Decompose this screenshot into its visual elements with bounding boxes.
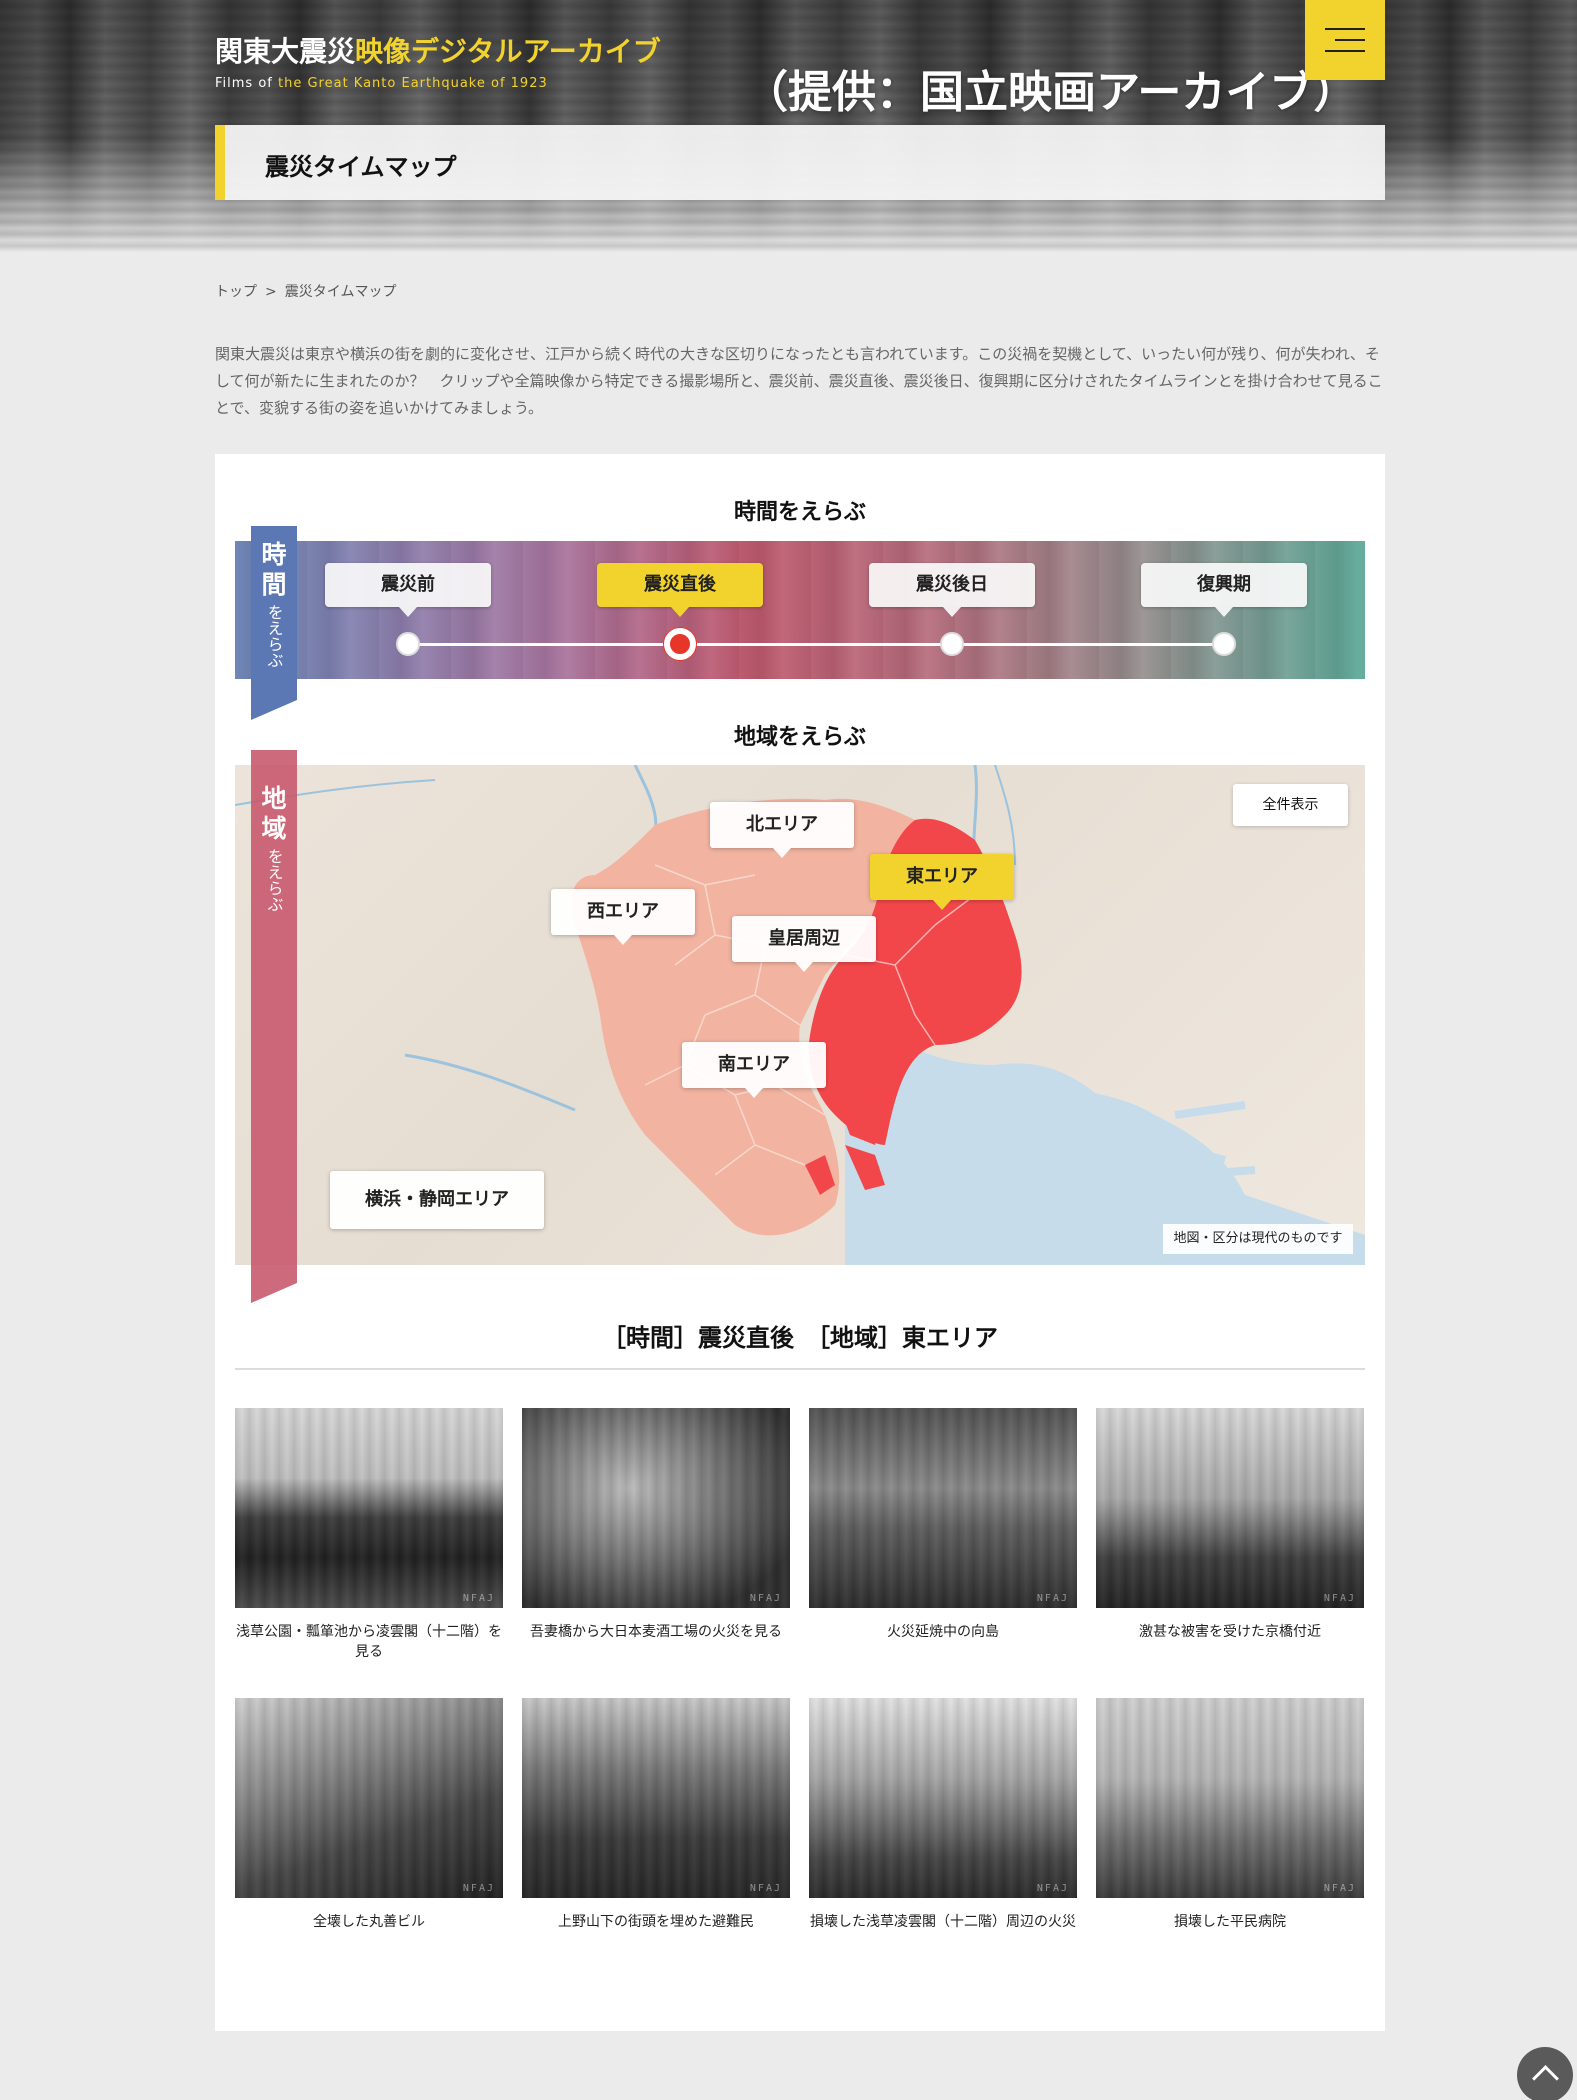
timeline-stop-label[interactable]: 復興期 (1141, 563, 1307, 617)
video-thumbnail[interactable]: NFAJ (235, 1698, 503, 1898)
timeline-stop-dot[interactable] (1212, 632, 1236, 656)
video-caption[interactable]: 激甚な被害を受けた京橋付近 (1096, 1622, 1364, 1642)
thumbnail-texture (809, 1698, 1077, 1898)
video-caption[interactable]: 全壊した丸善ビル (235, 1912, 503, 1932)
result-heading: ［時間］震災直後 ［地域］東エリア (235, 1318, 1365, 1370)
video-card[interactable]: NFAJ 損壊した浅草凌雲閣（十二階）周辺の火災 (809, 1698, 1077, 1932)
thumbnail-watermark: NFAJ (749, 1593, 782, 1604)
thumbnail-watermark: NFAJ (1323, 1593, 1356, 1604)
thumbnail-texture (235, 1408, 503, 1608)
video-card[interactable]: NFAJ 損壊した平民病院 (1096, 1698, 1364, 1932)
area-north-button[interactable]: 北エリア (710, 802, 854, 858)
timeline: 震災前 震災直後 震災後日 復興期 (235, 541, 1365, 679)
video-card[interactable]: NFAJ 浅草公園・瓢箪池から凌雲閣（十二階）を見る (235, 1408, 503, 1662)
timeline-stop-dot[interactable] (664, 628, 696, 660)
video-card[interactable]: NFAJ 全壊した丸善ビル (235, 1698, 503, 1932)
video-caption[interactable]: 損壊した浅草凌雲閣（十二階）周辺の火災 (809, 1912, 1077, 1932)
brand-subtitle: Films of the Great Kanto Earthquake of 1… (215, 76, 548, 91)
breadcrumb-home-link[interactable]: トップ (215, 284, 257, 300)
video-thumbnail[interactable]: NFAJ (522, 1408, 790, 1608)
video-caption[interactable]: 火災延焼中の向島 (809, 1622, 1077, 1642)
show-all-button[interactable]: 全件表示 (1233, 784, 1348, 826)
thumbnail-texture (235, 1698, 503, 1898)
hamburger-menu-icon[interactable] (1305, 0, 1385, 80)
thumbnail-watermark: NFAJ (462, 1883, 495, 1894)
thumbnail-texture (522, 1408, 790, 1608)
thumbnail-texture (522, 1698, 790, 1898)
breadcrumb: トップ > 震災タイムマップ (215, 281, 396, 301)
video-thumbnail[interactable]: NFAJ (1096, 1698, 1364, 1898)
timeline-stop-label[interactable]: 震災直後 (597, 563, 763, 617)
video-thumbnail[interactable]: NFAJ (809, 1698, 1077, 1898)
thumbnail-texture (1096, 1698, 1364, 1898)
video-thumbnail[interactable]: NFAJ (1096, 1408, 1364, 1608)
video-thumbnail[interactable]: NFAJ (809, 1408, 1077, 1608)
thumbnail-watermark: NFAJ (1036, 1883, 1069, 1894)
thumbnail-watermark: NFAJ (749, 1883, 782, 1894)
brand-title: 関東大震災映像デジタルアーカイブ (215, 35, 661, 68)
page-title-bar: 震災タイムマップ (215, 125, 1385, 200)
breadcrumb-separator: > (265, 284, 277, 300)
video-caption[interactable]: 上野山下の街頭を埋めた避難民 (522, 1912, 790, 1932)
area-yokohama-shizuoka-button[interactable]: 横浜・静岡エリア (330, 1171, 544, 1229)
video-thumbnail[interactable]: NFAJ (235, 1408, 503, 1608)
time-section-heading: 時間をえらぶ (733, 500, 866, 525)
breadcrumb-current: 震災タイムマップ (284, 284, 397, 300)
site-logo[interactable]: 関東大震災映像デジタルアーカイブ Films of the Great Kant… (215, 30, 661, 91)
video-caption[interactable]: 浅草公園・瓢箪池から凌雲閣（十二階）を見る (235, 1622, 503, 1662)
video-caption[interactable]: 吾妻橋から大日本麦酒工場の火災を見る (522, 1622, 790, 1642)
video-card[interactable]: NFAJ 上野山下の街頭を埋めた避難民 (522, 1698, 790, 1932)
map-note: 地図・区分は現代のものです (1163, 1224, 1353, 1254)
timeline-stop-label[interactable]: 震災前 (325, 563, 491, 617)
video-caption[interactable]: 損壊した平民病院 (1096, 1912, 1364, 1932)
video-card[interactable]: NFAJ 吾妻橋から大日本麦酒工場の火災を見る (522, 1408, 790, 1642)
area-section-heading: 地域をえらぶ (733, 725, 866, 750)
credit-text: （提供：国立映画アーカイブ） (744, 67, 1358, 118)
timeline-stop-dot[interactable] (940, 632, 964, 656)
video-card[interactable]: NFAJ 火災延焼中の向島 (809, 1408, 1077, 1642)
time-ribbon: 時 間 をえらぶ (251, 526, 297, 720)
intro-text: 関東大震災は東京や横浜の街を劇的に変化させ、江戸から続く時代の大きな区切りになっ… (215, 345, 1383, 417)
thumbnail-watermark: NFAJ (1323, 1883, 1356, 1894)
timeline-stop-label[interactable]: 震災後日 (869, 563, 1035, 617)
area-palace-button[interactable]: 皇居周辺 (732, 916, 876, 972)
area-east-button[interactable]: 東エリア (870, 854, 1014, 910)
video-thumbnail[interactable]: NFAJ (522, 1698, 790, 1898)
thumbnail-watermark: NFAJ (462, 1593, 495, 1604)
thumbnail-texture (1096, 1408, 1364, 1608)
page-title: 震災タイムマップ (265, 153, 457, 181)
area-map: 北エリア 東エリア 西エリア 皇居周辺 南エリア 横浜・静岡エリア 全件表示 地… (235, 765, 1365, 1265)
video-card[interactable]: NFAJ 激甚な被害を受けた京橋付近 (1096, 1408, 1364, 1642)
header-hero: 関東大震災映像デジタルアーカイブ Films of the Great Kant… (0, 0, 1577, 252)
thumbnail-texture (809, 1408, 1077, 1608)
timeline-stop-dot[interactable] (396, 632, 420, 656)
area-south-button[interactable]: 南エリア (682, 1042, 826, 1098)
chevron-up-icon[interactable] (1517, 2047, 1573, 2100)
thumbnail-watermark: NFAJ (1036, 1593, 1069, 1604)
area-ribbon: 地 域 をえらぶ (251, 750, 297, 1303)
time-map-panel: 時間をえらぶ 震災前 震災直後 震災後日 復興期 時 間 をえらぶ 地域をえらぶ (215, 454, 1385, 2031)
timeline-track (407, 643, 1224, 646)
area-west-button[interactable]: 西エリア (551, 889, 695, 945)
